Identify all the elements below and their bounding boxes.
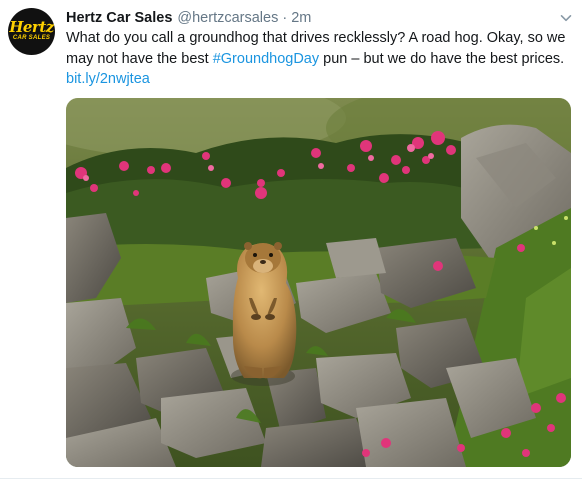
hertz-logo-subtitle: CAR SALES (12, 35, 51, 41)
tweet-header: Hertz Car Sales @hertzcarsales · 2m (66, 8, 311, 28)
marmot-photo-illustration (66, 98, 571, 467)
url-link[interactable]: bit.ly/2nwjtea (66, 69, 574, 90)
chevron-down-icon[interactable] (560, 12, 572, 24)
hashtag-link[interactable]: #GroundhogDay (213, 51, 319, 67)
tweet-text-line-1: What do you call a groundhog that drives… (66, 30, 566, 46)
tweet-text-segment: may not have the best (66, 50, 213, 67)
tweet-photo[interactable] (66, 98, 571, 467)
tweet-text-line-2: may not have the best #GroundhogDay pun … (66, 49, 574, 70)
avatar[interactable]: Hertz CAR SALES (8, 8, 55, 55)
tweet-card[interactable]: Hertz CAR SALES Hertz Car Sales @hertzca… (0, 0, 582, 479)
timestamp[interactable]: 2m (291, 8, 311, 28)
display-name[interactable]: Hertz Car Sales (66, 8, 172, 28)
hertz-logo: Hertz (9, 18, 54, 36)
tweet-text: What do you call a groundhog that drives… (66, 28, 574, 90)
separator-dot: · (282, 10, 288, 26)
tweet-text-segment: pun – but we do have the best prices. (319, 50, 565, 67)
user-handle[interactable]: @hertzcarsales (177, 8, 278, 28)
